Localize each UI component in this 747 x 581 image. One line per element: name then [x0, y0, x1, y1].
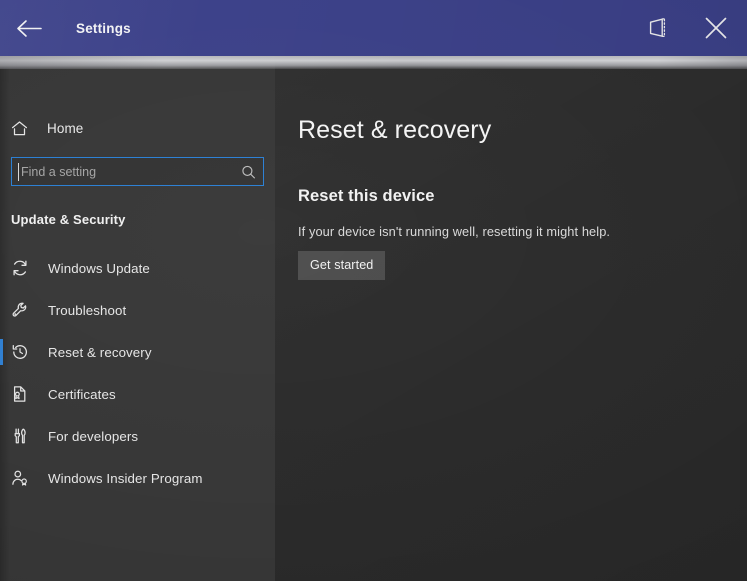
sidebar-item-label: For developers	[48, 428, 139, 444]
sidebar-item-label: Windows Update	[48, 260, 150, 276]
section-heading: Reset this device	[298, 187, 435, 205]
person-badge-icon	[11, 469, 37, 487]
sidebar-item-label: Troubleshoot	[48, 302, 127, 318]
section-description: If your device isn't running well, reset…	[298, 224, 611, 239]
sidebar-item-label: Reset & recovery	[48, 344, 152, 360]
sidebar-item-windows-update[interactable]: Windows Update	[0, 247, 275, 289]
text-caret	[18, 163, 19, 181]
sidebar-group-heading: Update & Security	[11, 212, 126, 227]
window-body: Home Update & Security	[0, 56, 747, 581]
sidebar-item-label: Certificates	[48, 386, 116, 402]
get-started-button[interactable]: Get started	[298, 251, 386, 280]
sidebar-item-windows-insider-program[interactable]: Windows Insider Program	[0, 457, 275, 499]
sidebar-item-certificates[interactable]: Certificates	[0, 373, 275, 415]
window-title: Settings	[76, 20, 131, 36]
sidebar-item-for-developers[interactable]: For developers	[0, 415, 275, 457]
sidebar-item-label: Windows Insider Program	[48, 470, 203, 486]
sync-refresh-icon	[11, 259, 37, 277]
search-box[interactable]	[11, 157, 264, 186]
home-icon	[11, 120, 39, 137]
sidebar-item-reset-recovery[interactable]: Reset & recovery	[0, 331, 275, 373]
reset-this-device-section: Reset this device If your device isn't r…	[298, 187, 747, 280]
sidebar-item-troubleshoot[interactable]: Troubleshoot	[0, 289, 275, 331]
search-icon[interactable]	[241, 164, 256, 179]
back-arrow-icon	[17, 19, 42, 37]
sidebar-item-home[interactable]: Home	[0, 113, 275, 143]
close-button[interactable]	[685, 0, 747, 56]
sidebar-home-label: Home	[47, 120, 84, 136]
developer-tools-icon	[11, 427, 37, 445]
tablet-mode-button[interactable]	[633, 0, 685, 56]
history-clock-icon	[11, 343, 37, 361]
wrench-icon	[11, 301, 37, 319]
sidebar-nav-list: Windows Update Troubleshoot Reset & reco…	[0, 247, 275, 499]
page-title: Reset & recovery	[298, 116, 492, 144]
main-content: Reset & recovery Reset this device If yo…	[275, 56, 747, 581]
settings-window: Settings Home Find a setting Update & Se…	[0, 0, 747, 581]
certificate-document-icon	[11, 385, 37, 403]
sidebar: Home Update & Security	[0, 56, 275, 581]
search-input[interactable]	[12, 158, 263, 185]
back-button[interactable]	[0, 0, 58, 56]
close-icon	[705, 17, 727, 39]
tablet-mode-icon	[649, 18, 666, 38]
title-bar: Settings	[0, 0, 747, 56]
